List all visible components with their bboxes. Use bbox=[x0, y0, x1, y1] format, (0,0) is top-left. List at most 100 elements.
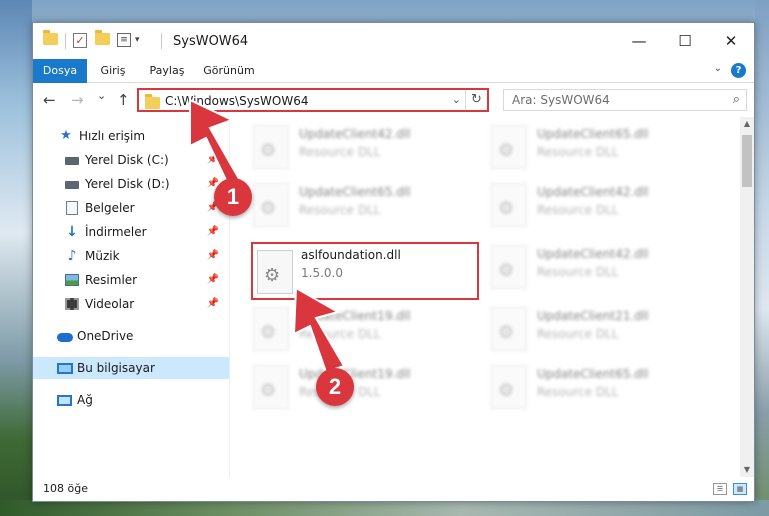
music-icon: ♪ bbox=[67, 248, 77, 264]
dll-file-icon bbox=[253, 183, 289, 227]
search-icon[interactable]: ⌕ bbox=[733, 92, 740, 107]
sidebar-item-label: Yerel Disk (D:) bbox=[85, 177, 170, 191]
sidebar-item-downloads[interactable]: ↓ İndirmeler 📌 bbox=[33, 221, 229, 243]
file-description: Resource DLL bbox=[299, 145, 381, 159]
explorer-window: ✓ ≡ ▾ SysWOW64 — ☐ ✕ Dosya Giriş Paylaş … bbox=[32, 22, 755, 502]
file-tile[interactable]: UpdateClient65.dll Resource DLL bbox=[471, 361, 701, 417]
up-button[interactable]: ↑ bbox=[117, 91, 130, 109]
file-name: UpdateClient42.dll bbox=[537, 247, 649, 261]
item-count: 108 öğe bbox=[43, 482, 88, 495]
dll-file-icon bbox=[253, 365, 289, 409]
file-tile[interactable]: UpdateClient42.dll Resource DLL bbox=[471, 241, 701, 297]
ribbon-expand-icon[interactable]: ⌄ bbox=[714, 63, 722, 74]
star-icon: ★ bbox=[60, 128, 72, 143]
sidebar-item-local-disk-c[interactable]: Yerel Disk (C:) 📌 bbox=[33, 149, 229, 171]
minimize-button[interactable]: — bbox=[616, 23, 662, 59]
tab-file[interactable]: Dosya bbox=[33, 59, 87, 83]
dll-file-icon bbox=[491, 245, 527, 289]
address-dropdown-icon[interactable]: ⌄ bbox=[452, 93, 461, 106]
properties-check-icon[interactable]: ✓ bbox=[73, 33, 87, 48]
pin-icon[interactable]: 📌 bbox=[207, 154, 219, 165]
scroll-up-icon[interactable]: ▲ bbox=[740, 117, 754, 131]
documents-icon bbox=[66, 201, 78, 215]
sidebar-item-documents[interactable]: Belgeler 📌 bbox=[33, 197, 229, 219]
search-box[interactable]: Ara: SysWOW64 ⌕ bbox=[503, 89, 747, 111]
file-description: Resource DLL bbox=[537, 265, 619, 279]
sidebar-item-label: Resimler bbox=[85, 273, 138, 287]
file-version: 1.5.0.0 bbox=[301, 266, 343, 280]
sidebar-item-network[interactable]: Ağ bbox=[33, 389, 229, 411]
file-tile[interactable]: UpdateClient21.dll Resource DLL bbox=[471, 303, 701, 359]
customize-view-icon[interactable]: ≡ bbox=[117, 33, 131, 47]
tab-share[interactable]: Paylaş bbox=[145, 59, 189, 83]
large-icons-view-icon[interactable]: ▦ bbox=[733, 483, 747, 495]
help-icon[interactable]: ? bbox=[731, 63, 746, 78]
status-bar: 108 öğe ☰ ▦ bbox=[33, 477, 754, 501]
search-placeholder[interactable]: Ara: SysWOW64 bbox=[512, 93, 610, 107]
address-path[interactable]: C:\Windows\SysWOW64 bbox=[165, 94, 309, 108]
file-tile[interactable]: UpdateClient19.dll Resource DLL bbox=[233, 303, 463, 359]
cloud-icon bbox=[57, 333, 73, 342]
tab-home[interactable]: Giriş bbox=[95, 59, 131, 83]
sidebar-item-label: Ağ bbox=[77, 393, 93, 407]
pane-divider[interactable] bbox=[229, 117, 230, 477]
close-button[interactable]: ✕ bbox=[708, 23, 754, 59]
recent-locations-button[interactable]: ⌄ bbox=[97, 89, 106, 102]
new-folder-icon[interactable] bbox=[95, 30, 110, 45]
step-badge-1: 1 bbox=[214, 178, 252, 216]
address-folder-icon bbox=[145, 94, 160, 109]
file-name: UpdateClient42.dll bbox=[537, 185, 649, 199]
scroll-down-icon[interactable]: ▼ bbox=[740, 463, 754, 477]
sidebar-item-music[interactable]: ♪ Müzik 📌 bbox=[33, 245, 229, 267]
file-name: UpdateClient65.dll bbox=[537, 127, 649, 141]
file-tile[interactable]: UpdateClient65.dll Resource DLL bbox=[471, 121, 701, 177]
dll-file-icon bbox=[491, 125, 527, 169]
pin-icon[interactable]: 📌 bbox=[207, 226, 219, 237]
quick-access-dropdown-icon[interactable]: ▾ bbox=[135, 35, 140, 45]
sidebar-item-quick-access[interactable]: ★ Hızlı erişim bbox=[33, 125, 229, 147]
sidebar-item-label: Bu bilgisayar bbox=[77, 361, 155, 375]
dll-file-icon bbox=[253, 125, 289, 169]
pin-icon[interactable]: 📌 bbox=[207, 298, 219, 309]
step-badge-2: 2 bbox=[316, 368, 354, 406]
drive-icon bbox=[65, 157, 79, 165]
forward-button[interactable]: → bbox=[71, 91, 84, 109]
vertical-scrollbar[interactable]: ▲ ▼ bbox=[740, 117, 754, 477]
sidebar-item-onedrive[interactable]: OneDrive bbox=[33, 325, 229, 347]
sidebar-item-videos[interactable]: Videolar 📌 bbox=[33, 293, 229, 315]
file-description: Resource DLL bbox=[299, 203, 381, 217]
navigation-pane: ★ Hızlı erişim Yerel Disk (C:) 📌 Yerel D… bbox=[33, 117, 229, 477]
sidebar-item-local-disk-d[interactable]: Yerel Disk (D:) 📌 bbox=[33, 173, 229, 195]
desktop-background-right bbox=[755, 0, 769, 516]
sidebar-item-label: Müzik bbox=[85, 249, 120, 263]
file-description: Resource DLL bbox=[299, 327, 381, 341]
navigation-bar: ← → ⌄ ↑ C:\Windows\SysWOW64 ⌄ ↻ Ara: Sys… bbox=[33, 83, 754, 117]
pictures-icon bbox=[65, 274, 79, 286]
back-button[interactable]: ← bbox=[43, 91, 56, 109]
file-tile[interactable]: UpdateClient42.dll Resource DLL bbox=[471, 179, 701, 235]
desktop-background-bottom bbox=[0, 500, 769, 516]
ribbon-tabs: Dosya Giriş Paylaş Görünüm ⌄ ? bbox=[33, 59, 754, 83]
file-tile[interactable]: UpdateClient65.dll Resource DLL bbox=[233, 179, 463, 235]
pin-icon[interactable]: 📌 bbox=[207, 274, 219, 285]
sidebar-item-pictures[interactable]: Resimler 📌 bbox=[33, 269, 229, 291]
dll-file-icon bbox=[491, 365, 527, 409]
pin-icon[interactable]: 📌 bbox=[207, 250, 219, 261]
file-description: Resource DLL bbox=[537, 203, 619, 217]
download-icon: ↓ bbox=[66, 224, 78, 240]
sidebar-item-label: Videolar bbox=[85, 297, 135, 311]
sidebar-item-this-pc[interactable]: Bu bilgisayar bbox=[33, 357, 229, 379]
file-tile[interactable]: UpdateClient42.dll Resource DLL bbox=[233, 121, 463, 177]
refresh-icon[interactable]: ↻ bbox=[465, 90, 487, 110]
file-tile-aslfoundation[interactable]: aslfoundation.dll 1.5.0.0 bbox=[251, 242, 479, 300]
maximize-button[interactable]: ☐ bbox=[662, 23, 708, 59]
details-view-icon[interactable]: ☰ bbox=[713, 483, 727, 495]
separator bbox=[65, 33, 66, 49]
window-title: SysWOW64 bbox=[173, 34, 249, 49]
file-name: UpdateClient65.dll bbox=[537, 367, 649, 381]
scrollbar-thumb[interactable] bbox=[742, 135, 752, 187]
tab-view[interactable]: Görünüm bbox=[201, 59, 257, 83]
file-name: UpdateClient21.dll bbox=[537, 309, 649, 323]
sidebar-item-label: Hızlı erişim bbox=[79, 129, 146, 143]
address-bar[interactable]: C:\Windows\SysWOW64 ⌄ ↻ bbox=[137, 88, 489, 112]
